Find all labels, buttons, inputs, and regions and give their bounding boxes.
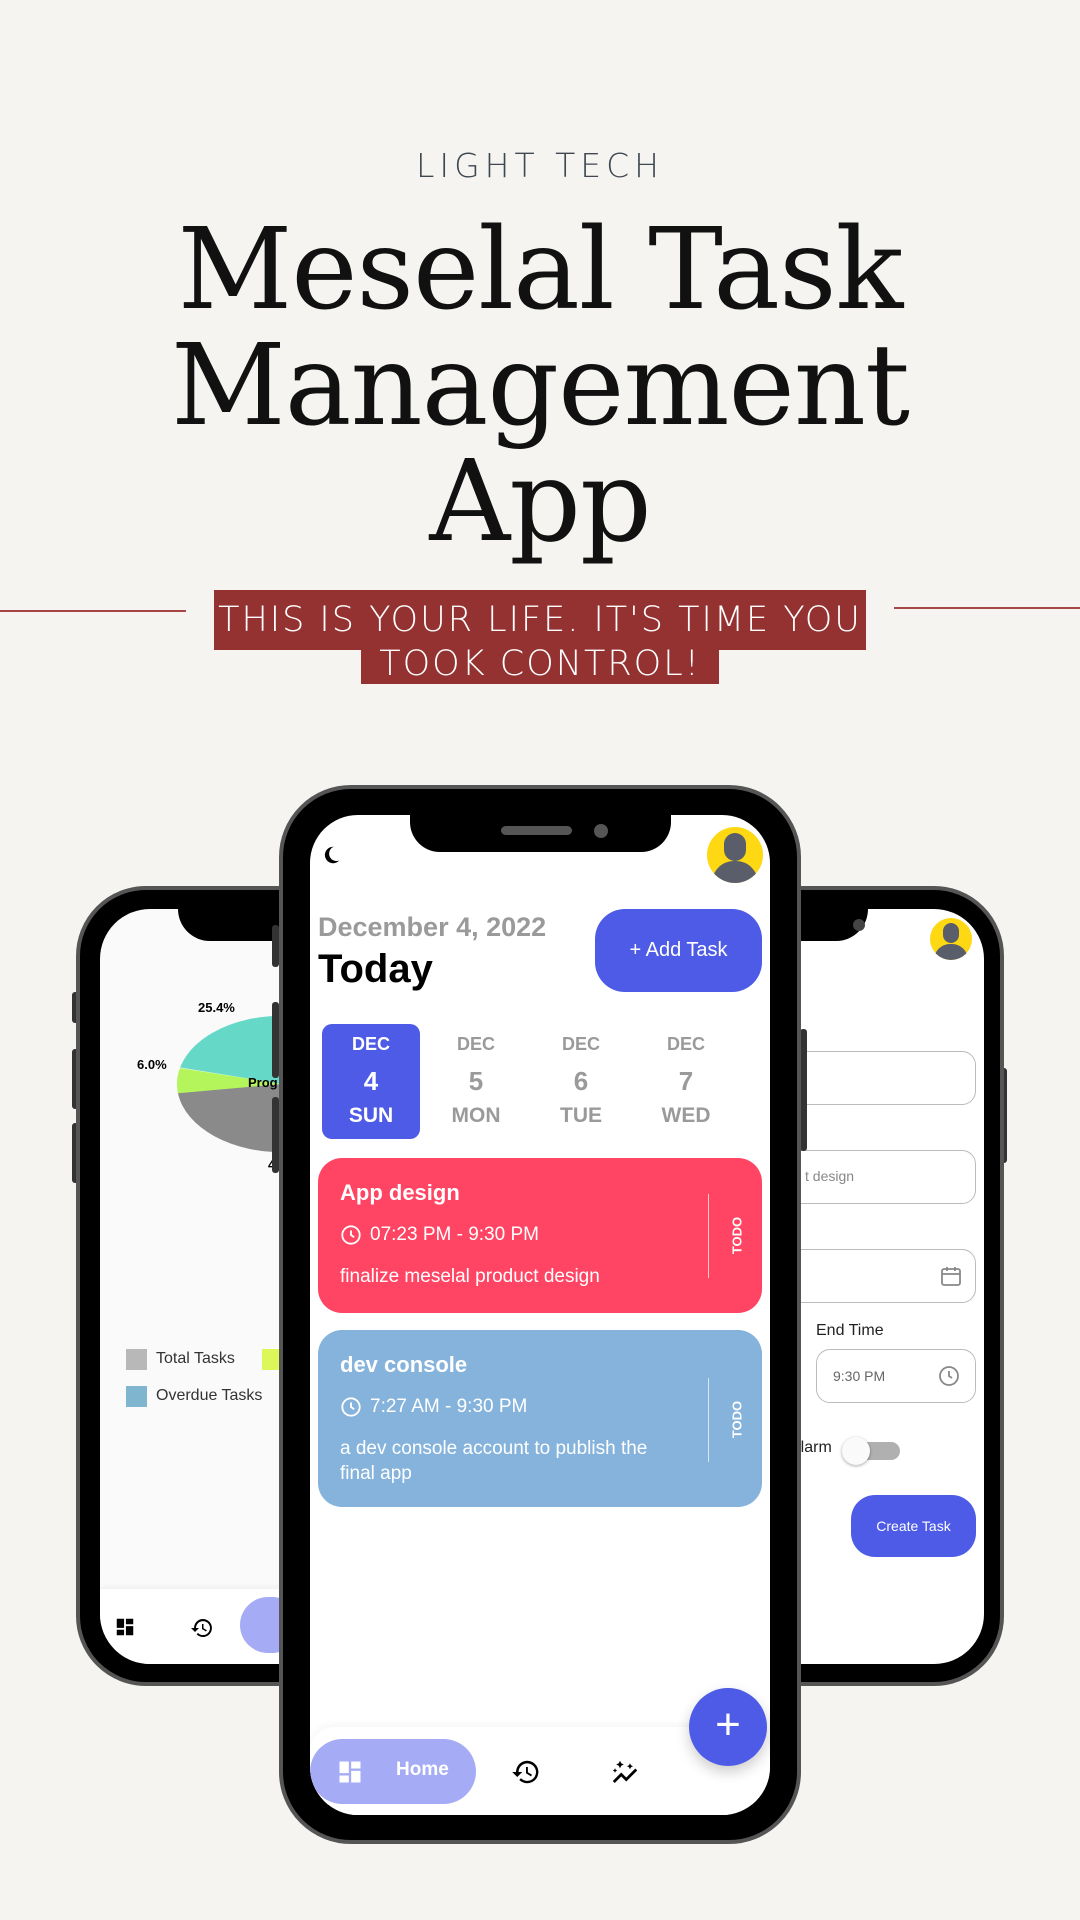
main-phone: December 4, 2022 Today + Add Task DEC 4 … [279,785,801,1844]
date-chip[interactable]: DEC 5 MON [427,1024,525,1139]
task-description: finalize meselal product design [340,1266,600,1287]
task-title: App design [340,1180,460,1205]
date-chip[interactable]: DEC 6 TUE [532,1024,630,1139]
add-fab[interactable]: + [689,1688,767,1766]
camera [853,919,865,931]
task-title: dev console [340,1352,468,1377]
chip-weekday: WED [661,1104,711,1127]
chip-weekday: SUN [348,1104,394,1127]
insights-icon[interactable] [610,1757,640,1787]
tagline-line2: TOOK CONTROL! [361,647,719,684]
chip-day: 4 [363,1066,379,1096]
moon-icon[interactable] [320,844,342,866]
chip-month: DEC [561,1034,600,1054]
legend-swatch [126,1386,147,1407]
home-screen: December 4, 2022 Today + Add Task DEC 4 … [310,815,770,1815]
divider [708,1378,709,1462]
camera [594,824,608,838]
divider [0,610,186,612]
alarm-toggle[interactable] [842,1437,900,1465]
side-button [272,925,279,967]
chip-day: 5 [468,1066,484,1096]
end-time-label: End Time [816,1322,884,1339]
side-button [272,1002,279,1078]
today-heading: Today [318,947,433,991]
history-icon[interactable] [190,1616,214,1640]
slice-label: 6.0% [137,1057,167,1072]
divider [894,607,1080,609]
legend-swatch [126,1349,147,1370]
brand-name: LIGHT TECH [415,146,665,185]
end-time-field[interactable]: 9:30 PM [816,1349,976,1403]
chip-day: 7 [678,1066,694,1096]
clock-icon[interactable] [937,1364,961,1388]
nav-home[interactable]: Home [310,1739,476,1804]
history-icon[interactable] [511,1757,541,1787]
date-chip[interactable]: DEC 7 WED [637,1024,735,1139]
end-time-value: 9:30 PM [833,1368,886,1384]
title-line: Management [171,321,910,451]
divider [708,1194,709,1278]
slice-label: 25.4% [198,1000,235,1015]
task-status: TODO [729,1216,745,1255]
nav-home-label: Home [396,1759,449,1780]
tagline-line1: THIS IS YOUR LIFE. IT'S TIME YOU [214,590,866,650]
side-button [272,1097,279,1173]
chip-day: 6 [573,1066,589,1096]
page-title: Meselal Task Management App [0,212,1080,560]
task-time: 7:27 AM - 9:30 PM [370,1396,528,1417]
legend-label: Total Tasks [156,1350,235,1367]
clock-icon [341,1225,361,1245]
toggle-thumb [842,1437,870,1465]
chip-weekday: MON [451,1104,501,1127]
chip-month: DEC [666,1034,705,1054]
task-time-row: 07:23 PM - 9:30 PM [340,1224,539,1246]
current-date: December 4, 2022 [318,912,547,942]
create-task-button[interactable]: Create Task [851,1495,976,1557]
legend-label: Overdue Tasks [156,1387,263,1404]
avatar[interactable] [707,827,763,883]
title-line: Meselal Task [177,205,904,335]
side-button [800,1029,807,1151]
task-card[interactable]: dev console 7:27 AM - 9:30 PM a dev cons… [318,1330,762,1507]
add-task-button[interactable]: + Add Task [595,909,762,992]
speaker [501,826,572,835]
chip-weekday: TUE [560,1104,602,1127]
dashboard-icon [339,1761,361,1783]
chip-month: DEC [456,1034,495,1054]
avatar[interactable] [930,918,972,960]
clock-icon [341,1397,361,1417]
task-time: 07:23 PM - 9:30 PM [370,1224,539,1245]
task-status: TODO [729,1400,745,1439]
title-line: App [429,437,651,567]
calendar-icon[interactable] [939,1264,963,1288]
description-value: t design [805,1168,855,1184]
chip-month: DEC [351,1034,390,1054]
task-description: a dev console account to publish the fin… [340,1438,648,1484]
date-chip-selected[interactable]: DEC 4 SUN [322,1024,420,1139]
task-time-row: 7:27 AM - 9:30 PM [340,1396,527,1418]
task-card[interactable]: App design 07:23 PM - 9:30 PM finalize m… [318,1158,762,1313]
dashboard-icon[interactable] [114,1616,136,1638]
